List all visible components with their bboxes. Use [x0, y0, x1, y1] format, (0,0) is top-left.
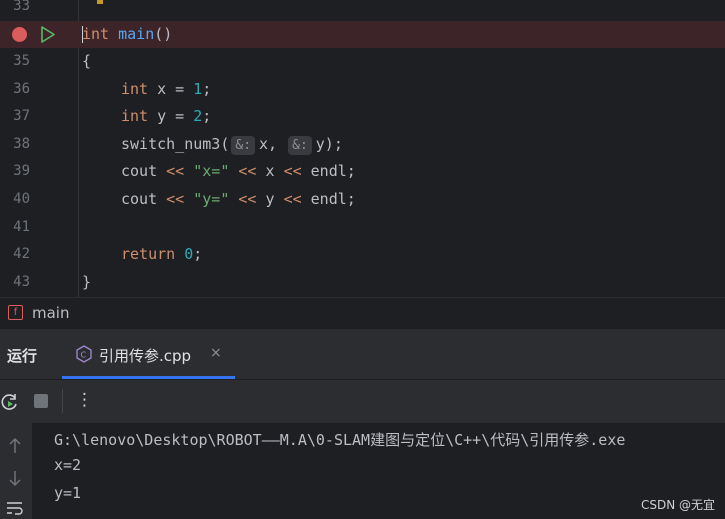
string-literal: "x=" — [184, 162, 239, 180]
console-output[interactable]: G:\lenovo\Desktop\ROBOT——M.A\0-SLAM建图与定位… — [0, 423, 725, 519]
line-number: 35 — [13, 53, 30, 69]
function-icon: f — [8, 305, 23, 320]
breadcrumb-item-main[interactable]: main — [32, 304, 69, 322]
code-text: x, — [259, 135, 278, 153]
code-text: switch_num3( — [121, 135, 230, 153]
console-line: y=1 — [54, 484, 82, 502]
operator: << — [283, 162, 302, 180]
line-number: 37 — [13, 108, 30, 124]
number-literal: 0 — [184, 245, 194, 263]
code-text: x — [256, 162, 284, 180]
console-side-toolbar — [0, 423, 32, 519]
code-line-42[interactable]: 42 return 0; — [0, 241, 725, 268]
number-literal: 2 — [193, 107, 203, 125]
number-literal: 1 — [193, 80, 203, 98]
code-line-37[interactable]: 37 int y = 2; — [0, 103, 725, 130]
code-text: ; — [193, 245, 203, 263]
watermark: CSDN @无宜 — [640, 498, 715, 512]
operator: << — [238, 162, 257, 180]
operator: << — [166, 190, 185, 208]
code-line-36[interactable]: 36 int x = 1; — [0, 76, 725, 103]
parameter-hint: &: — [288, 136, 312, 155]
lightbulb-icon[interactable] — [92, 0, 108, 9]
code-line-39[interactable]: 39 cout << "x=" << x << endl; — [0, 158, 725, 185]
tab-label: 引用传参.cpp — [99, 347, 192, 365]
keyword: int — [121, 107, 149, 125]
code-text: y — [256, 190, 284, 208]
operator: << — [283, 190, 302, 208]
keyword: int — [82, 25, 110, 43]
console-line: G:\lenovo\Desktop\ROBOT——M.A\0-SLAM建图与定位… — [54, 431, 626, 449]
cpp-file-icon: C — [76, 345, 92, 363]
string-literal: "y=" — [184, 190, 239, 208]
code-text: endl; — [301, 162, 356, 180]
code-line-41[interactable]: 41 — [0, 214, 725, 241]
run-toolbar: ⋮ — [0, 380, 725, 423]
code-line-35[interactable]: 35 { — [0, 48, 725, 75]
operator: << — [166, 162, 185, 180]
code-line-43[interactable]: 43 } — [0, 269, 725, 296]
keyword: return — [121, 245, 176, 263]
parameter-hint: &: — [231, 136, 256, 155]
code-text: endl; — [301, 190, 356, 208]
breakpoint-icon[interactable] — [12, 27, 27, 42]
code-line-38[interactable]: 38 switch_num3(&: x, &: y); — [0, 131, 725, 158]
run-gutter-icon[interactable] — [40, 26, 56, 43]
code-text: cout — [121, 162, 167, 180]
breadcrumb: f main — [0, 297, 725, 329]
code-line-40[interactable]: 40 cout << "y=" << y << endl; — [0, 186, 725, 213]
line-number: 36 — [13, 81, 30, 97]
code-text: cout — [121, 190, 167, 208]
toolbar-divider — [62, 389, 63, 413]
code-text: } — [82, 273, 92, 291]
svg-text:C: C — [81, 351, 87, 360]
tab-active-indicator — [62, 376, 235, 379]
arrow-up-icon[interactable] — [8, 437, 22, 455]
line-number: 39 — [13, 163, 30, 179]
code-line-34[interactable]: int main() — [0, 21, 725, 48]
soft-wrap-icon[interactable] — [6, 501, 24, 517]
code-text: x = — [148, 80, 194, 98]
keyword: int — [121, 80, 149, 98]
run-panel-title: 运行 — [7, 347, 38, 365]
line-number: 43 — [13, 274, 30, 290]
code-text: () — [154, 25, 173, 43]
run-tool-window-header: 运行 C 引用传参.cpp × — [0, 329, 725, 380]
arrow-down-icon[interactable] — [8, 469, 22, 487]
code-editor[interactable]: 33 int main() 35 { 36 int x = 1; 37 int … — [0, 0, 725, 297]
code-text: { — [82, 52, 92, 70]
code-text: ; — [202, 107, 212, 125]
line-number: 33 — [13, 0, 30, 14]
more-options-icon[interactable]: ⋮ — [76, 390, 93, 410]
line-number: 40 — [13, 191, 30, 207]
close-icon[interactable]: × — [210, 345, 222, 361]
line-number: 38 — [13, 136, 30, 152]
function-name: main — [118, 25, 155, 43]
operator: << — [238, 190, 257, 208]
line-number: 42 — [13, 246, 30, 262]
code-text: y); — [315, 135, 343, 153]
line-number: 41 — [13, 219, 30, 235]
code-text: ; — [202, 80, 212, 98]
code-line-33[interactable]: 33 — [0, 0, 725, 20]
stop-icon[interactable] — [34, 394, 48, 408]
console-line: x=2 — [54, 456, 82, 474]
code-text: y = — [148, 107, 194, 125]
rerun-icon[interactable] — [0, 392, 20, 412]
tab-run-config[interactable]: C 引用传参.cpp × — [62, 329, 235, 379]
